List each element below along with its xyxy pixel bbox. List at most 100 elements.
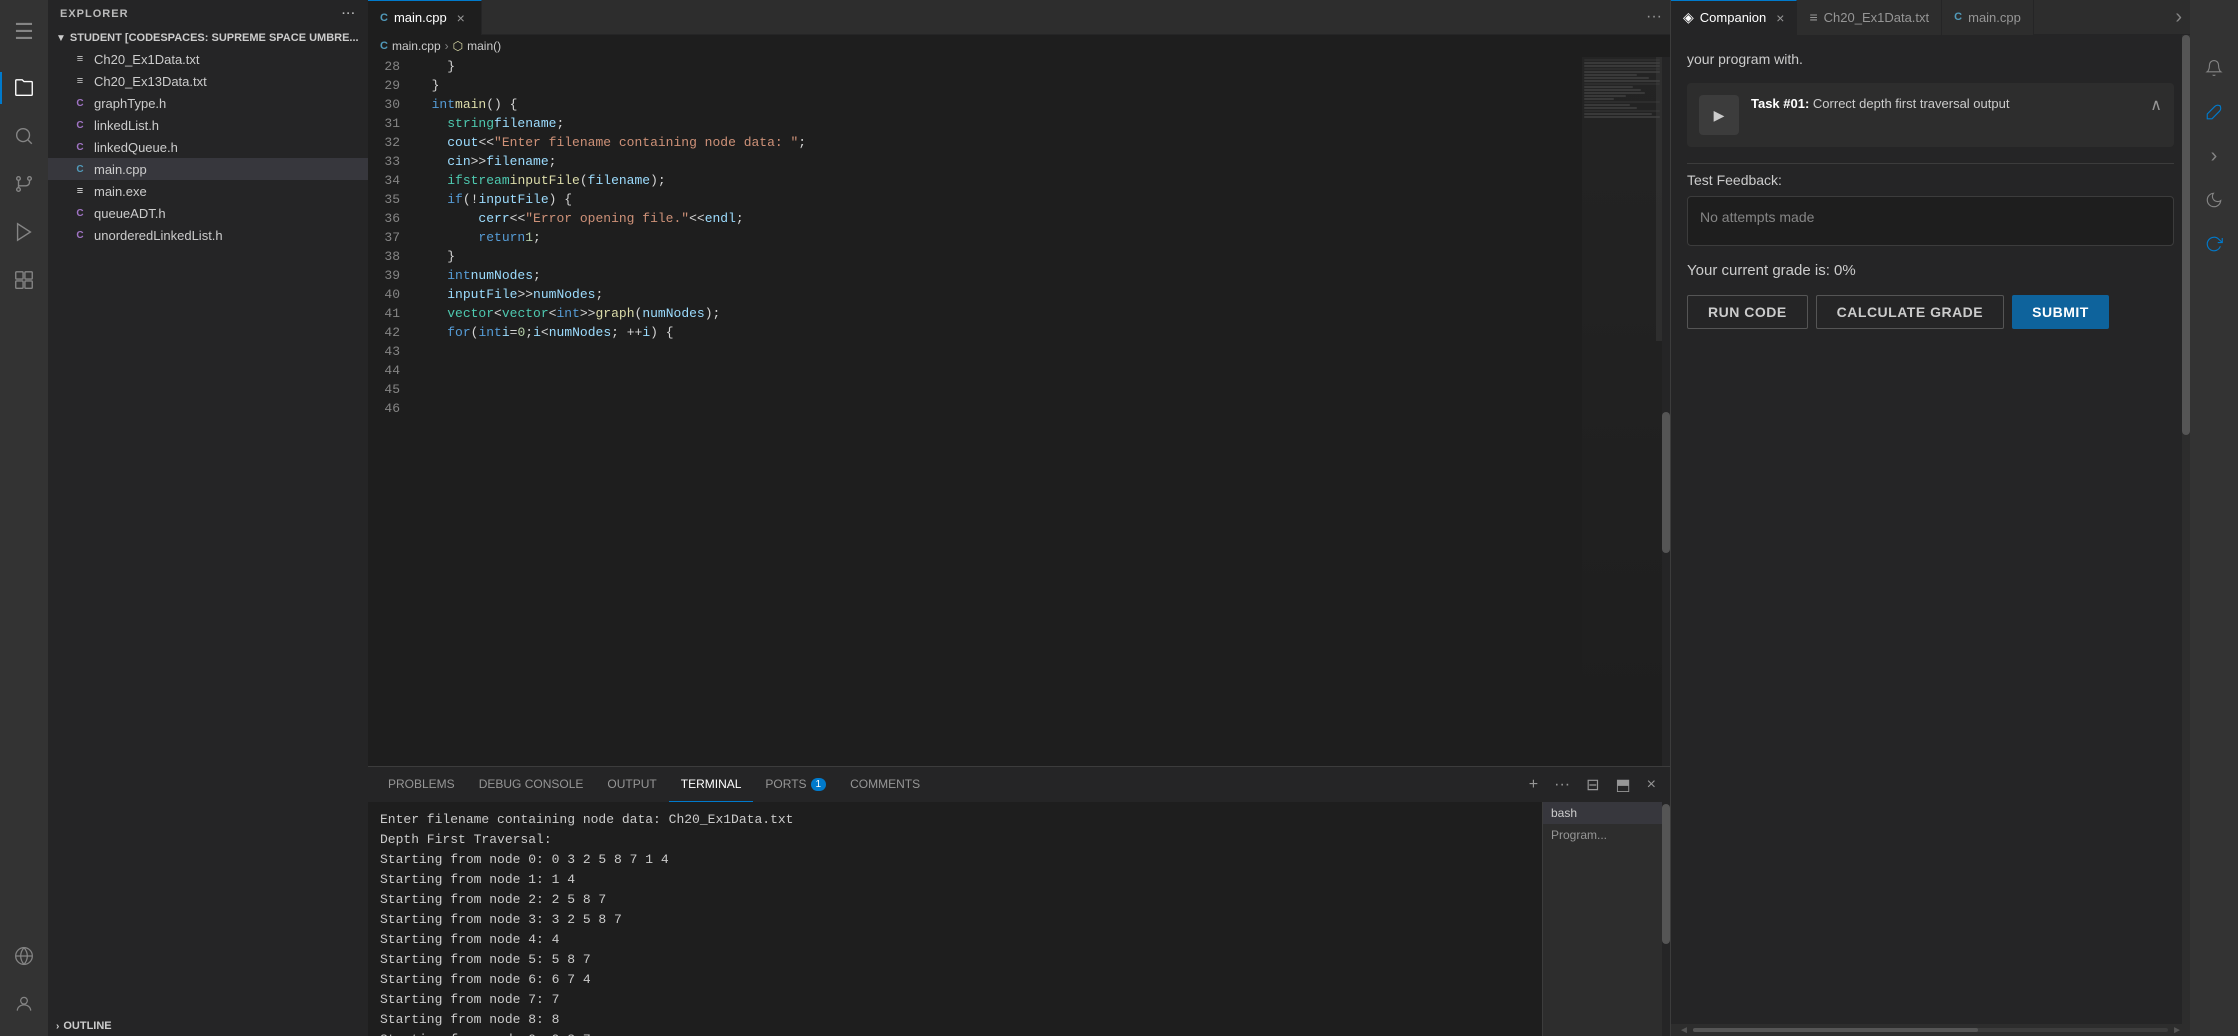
run-debug-icon[interactable] [0, 208, 48, 256]
calculate-grade-button[interactable]: CALCULATE GRADE [1816, 295, 2004, 329]
panel-split-icon[interactable]: ⊟ [1580, 773, 1605, 797]
code-line-45: vector<vector<int>> graph(numNodes); [416, 304, 1582, 323]
file-cpp-icon: C [72, 161, 88, 177]
file-item-ch20ex1[interactable]: ≡ Ch20_Ex1Data.txt [48, 48, 368, 70]
task-title: Task #01: Correct depth first traversal … [1751, 95, 2138, 113]
terminal-line-7: Starting from node 4: 4 [380, 930, 1530, 950]
tab-ports[interactable]: PORTS 1 [753, 767, 838, 802]
code-line-31: int main() { [416, 95, 1582, 114]
arrow-right-icon[interactable]: › [2194, 136, 2234, 176]
sidebar: EXPLORER ··· ▼ STUDENT [CODESPACES: SUPR… [48, 0, 368, 1036]
explorer-icon[interactable] [0, 64, 48, 112]
menu-icon[interactable]: ☰ [0, 8, 48, 56]
code-line-37: if (!inputFile) { [416, 190, 1582, 209]
submit-button[interactable]: SUBMIT [2012, 295, 2109, 329]
code-line-46: for (int i = 0; i < numNodes; ++i) { [416, 323, 1582, 342]
workspace-chevron-icon: ▼ [56, 33, 66, 44]
file-item-linkedlist[interactable]: C linkedList.h [48, 114, 368, 136]
terminal-line-6: Starting from node 3: 3 2 5 8 7 [380, 910, 1530, 930]
account-icon[interactable] [0, 980, 48, 1028]
companion-tab[interactable]: ◈ Companion × [1671, 0, 1797, 35]
run-code-button[interactable]: RUN CODE [1687, 295, 1808, 329]
main-cpp-right-tab[interactable]: C main.cpp [1942, 0, 2034, 35]
companion-vertical-scrollbar[interactable] [2182, 35, 2190, 1036]
tab-output[interactable]: OUTPUT [595, 767, 668, 802]
tab-comments[interactable]: COMMENTS [838, 767, 932, 802]
companion-scrollbar[interactable]: ◄ ► [1671, 1024, 2190, 1036]
code-area[interactable]: } } int main() { string filename; cout <… [408, 57, 1582, 766]
file-name: Ch20_Ex1Data.txt [94, 52, 200, 67]
sidebar-more-icon[interactable]: ··· [342, 8, 356, 20]
code-line-29: } [416, 76, 1582, 95]
terminal-sessions: bash Program... [1542, 802, 1662, 1036]
task-description: Correct depth first traversal output [1813, 96, 2010, 111]
terminal-session-bash[interactable]: bash [1543, 802, 1662, 824]
editor-more-icon[interactable]: ··· [1638, 8, 1670, 26]
divider [1687, 163, 2174, 164]
ch20-tab[interactable]: ≡ Ch20_Ex1Data.txt [1797, 0, 1942, 35]
file-name: unorderedLinkedList.h [94, 228, 223, 243]
tab-debug-console[interactable]: DEBUG CONSOLE [467, 767, 596, 802]
tab-close-icon[interactable]: × [453, 10, 469, 26]
tab-output-label: OUTPUT [607, 777, 656, 791]
file-item-ch20ex13[interactable]: ≡ Ch20_Ex13Data.txt [48, 70, 368, 92]
editor-scrollbar[interactable] [1662, 57, 1670, 766]
task-card: Task #01: Correct depth first traversal … [1687, 83, 2174, 147]
terminal-content[interactable]: Enter filename containing node data: Ch2… [368, 802, 1542, 1036]
brush-icon[interactable] [2194, 92, 2234, 132]
file-item-linkedqueue[interactable]: C linkedQueue.h [48, 136, 368, 158]
companion-tab-close[interactable]: × [1776, 10, 1784, 26]
code-line-39: return 1; [416, 228, 1582, 247]
main-cpp-right-tab-icon: C [1954, 11, 1962, 23]
terminal-line-2: Depth First Traversal: [380, 830, 1530, 850]
panel-more-icon[interactable]: ··· [1548, 774, 1576, 796]
workspace-title-row[interactable]: ▼ STUDENT [CODESPACES: SUPREME SPACE UMB… [48, 28, 368, 48]
file-item-queueadt[interactable]: C queueADT.h [48, 202, 368, 224]
file-name: main.cpp [94, 162, 147, 177]
terminal-line-9: Starting from node 6: 6 7 4 [380, 970, 1530, 990]
file-item-unorderedlinked[interactable]: C unorderedLinkedList.h [48, 224, 368, 246]
terminal-scrollbar[interactable] [1662, 802, 1670, 1036]
panel-maximize-icon[interactable]: ⬒ [1610, 773, 1637, 797]
tab-terminal[interactable]: TERMINAL [669, 767, 754, 802]
search-icon[interactable] [0, 112, 48, 160]
terminal-line-5: Starting from node 2: 2 5 8 7 [380, 890, 1530, 910]
editor-panel[interactable]: 28 29 30 31 32 33 34 35 36 37 38 39 40 4… [368, 57, 1670, 766]
moon-icon[interactable] [2194, 180, 2234, 220]
companion-panel: ◈ Companion × ≡ Ch20_Ex1Data.txt C main.… [1670, 0, 2190, 1036]
task-play-button[interactable] [1699, 95, 1739, 135]
code-line-40: } [416, 247, 1582, 266]
file-item-maincpp[interactable]: C main.cpp [48, 158, 368, 180]
minimap [1582, 57, 1662, 766]
line-numbers: 28 29 30 31 32 33 34 35 36 37 38 39 40 4… [368, 57, 408, 766]
tab-maincpp[interactable]: C main.cpp × [368, 0, 482, 35]
editor-tab-bar: C main.cpp × ··· [368, 0, 1670, 35]
file-list: ≡ Ch20_Ex1Data.txt ≡ Ch20_Ex13Data.txt C… [48, 48, 368, 1008]
code-line-33: cout << "Enter filename containing node … [416, 133, 1582, 152]
task-expand-icon[interactable]: ∧ [2150, 95, 2162, 115]
notification-icon[interactable] [2194, 48, 2234, 88]
feedback-text: No attempts made [1700, 209, 1814, 225]
extensions-icon[interactable] [0, 256, 48, 304]
breadcrumb-symbol-icon: ⬡ [453, 39, 463, 53]
file-name: queueADT.h [94, 206, 166, 221]
terminal-session-program[interactable]: Program... [1543, 824, 1662, 846]
file-h-icon: C [72, 117, 88, 133]
remote-icon[interactable] [0, 932, 48, 980]
tab-problems[interactable]: PROBLEMS [376, 767, 467, 802]
source-control-icon[interactable] [0, 160, 48, 208]
right-panel-more-icon[interactable]: › [2167, 6, 2190, 29]
panel-close-icon[interactable]: × [1641, 774, 1662, 796]
code-line-32: string filename; [416, 114, 1582, 133]
outline-row[interactable]: › OUTLINE [48, 1016, 368, 1036]
panel-add-icon[interactable]: + [1523, 774, 1544, 796]
scrollbar-left-arrow[interactable]: ◄ [1675, 1025, 1693, 1036]
code-line-36: ifstream inputFile(filename); [416, 171, 1582, 190]
feedback-box: No attempts made [1687, 196, 2174, 246]
file-item-graphtype[interactable]: C graphType.h [48, 92, 368, 114]
terminal-line-10: Starting from node 7: 7 [380, 990, 1530, 1010]
terminal-line-3: Starting from node 0: 0 3 2 5 8 7 1 4 [380, 850, 1530, 870]
file-item-mainexe[interactable]: ≡ main.exe [48, 180, 368, 202]
refresh-icon[interactable] [2194, 224, 2234, 264]
file-name: graphType.h [94, 96, 166, 111]
